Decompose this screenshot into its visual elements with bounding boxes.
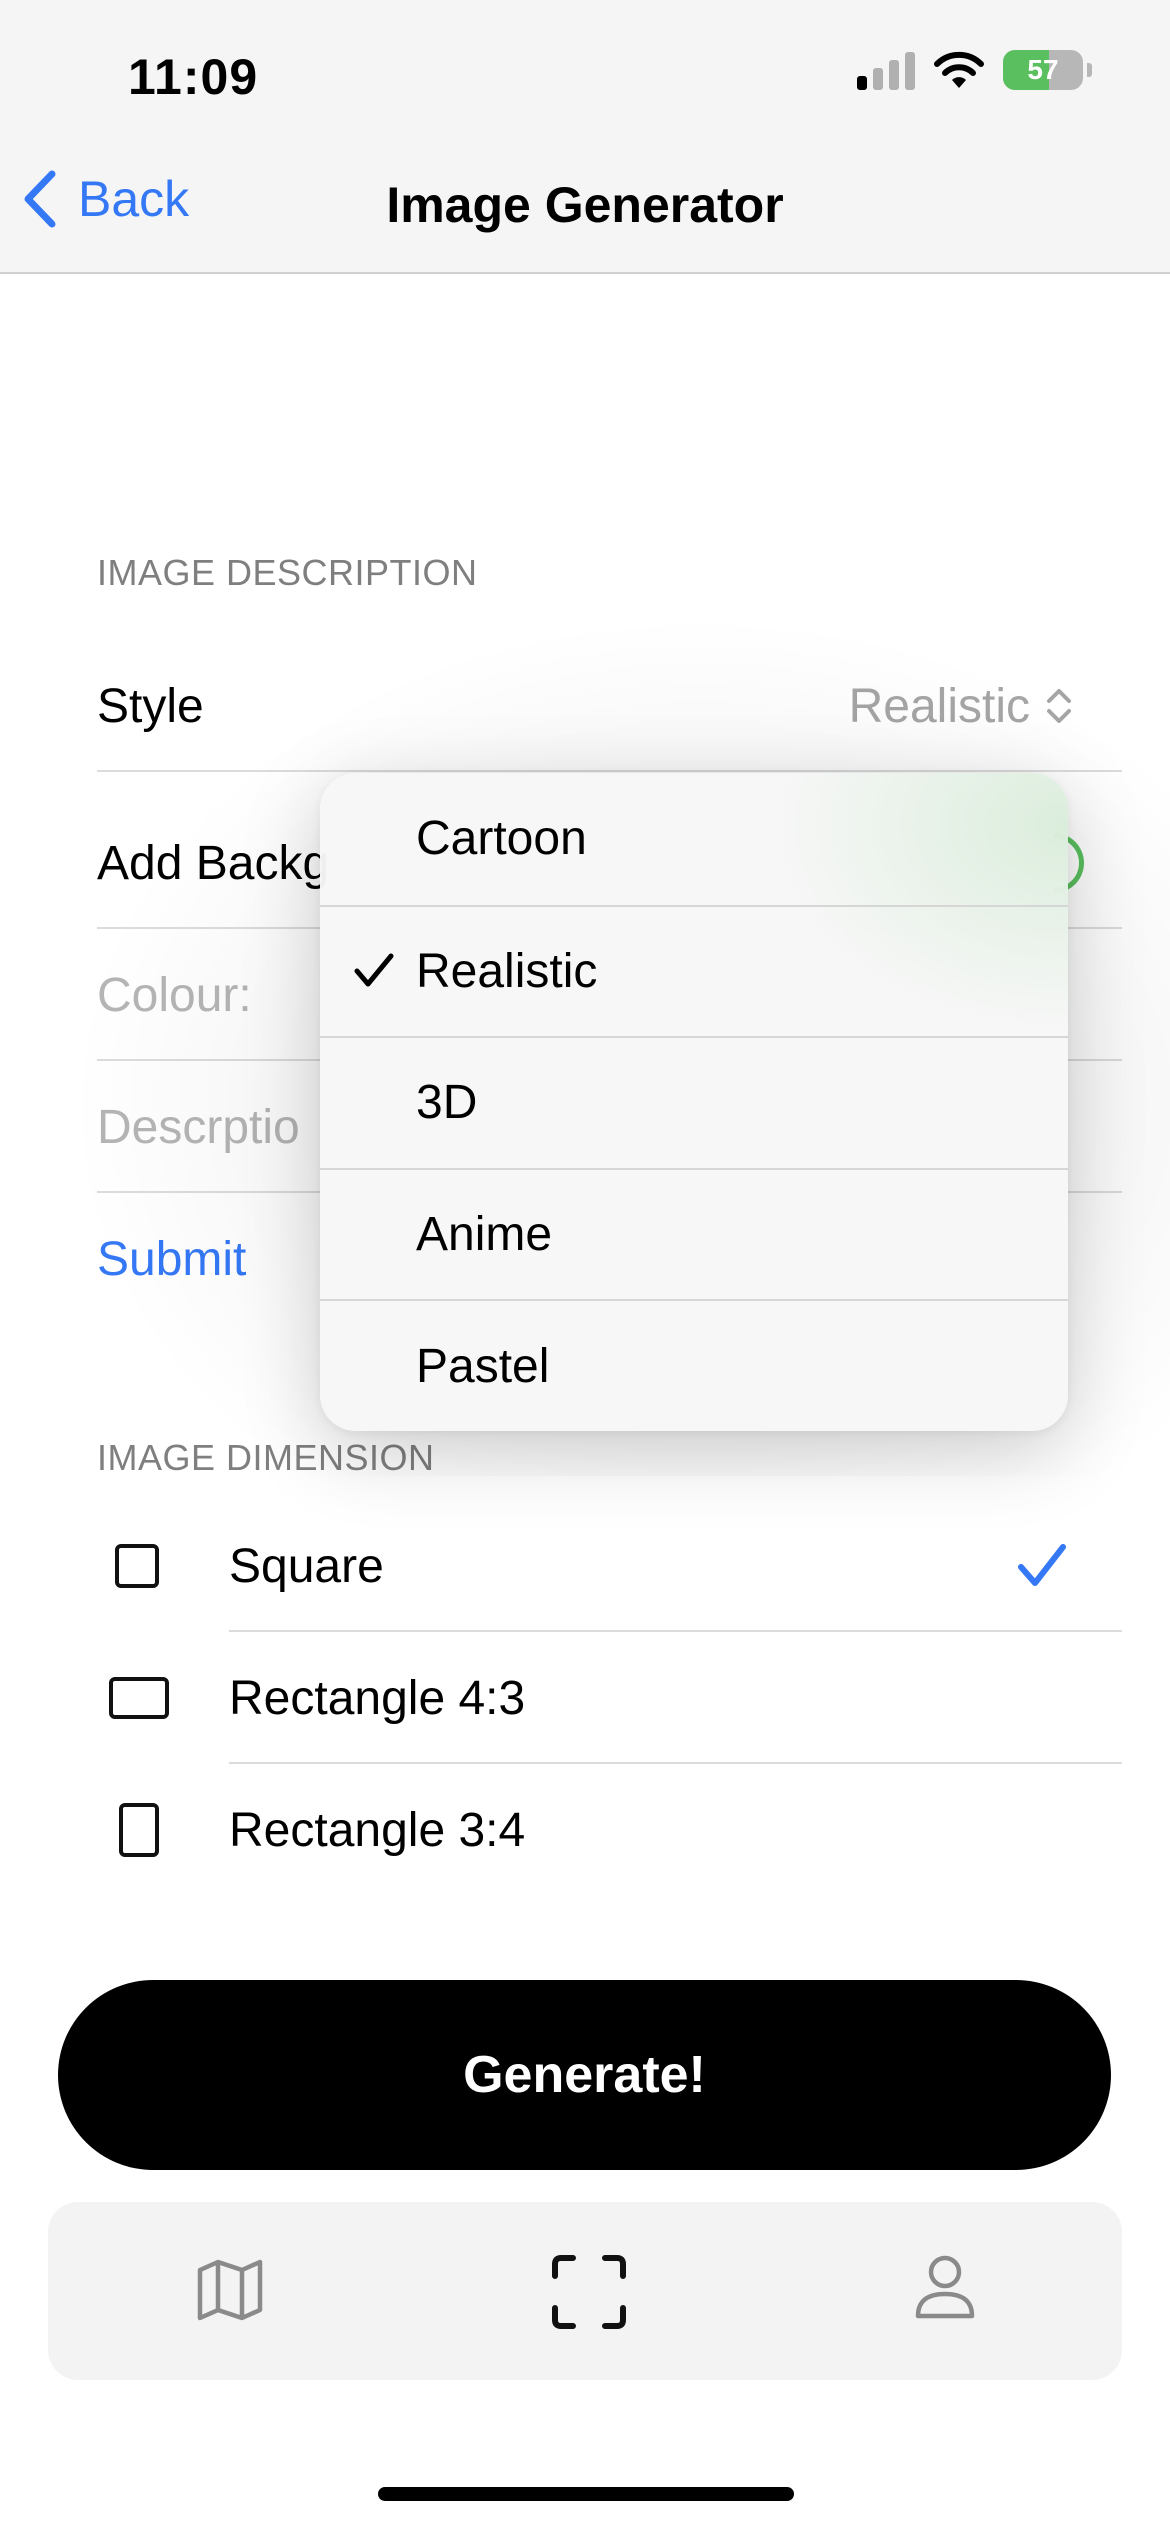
submit-button[interactable]: Submit	[97, 1232, 246, 1287]
tab-map[interactable]	[194, 2254, 266, 2331]
menu-item-label: 3D	[416, 1076, 478, 1130]
description-placeholder: Descrptio	[97, 1100, 300, 1154]
menu-item-realistic[interactable]: Realistic	[320, 904, 1068, 1037]
screen: 11:09 57 Back Image Generator IMAGE DESC…	[0, 0, 1170, 2532]
map-icon	[197, 2259, 263, 2321]
dimension-label: Square	[229, 1539, 384, 1593]
wifi-icon	[934, 51, 984, 88]
dimension-option-rectangle-3-4[interactable]: Rectangle 3:4	[97, 1764, 1122, 1896]
dimension-option-square[interactable]: Square	[97, 1500, 1122, 1632]
add-background-label: Add Backg	[97, 836, 330, 890]
person-icon	[915, 2255, 975, 2319]
menu-item-label: Pastel	[416, 1339, 550, 1393]
checkmark-icon	[354, 953, 394, 987]
status-time: 11:09	[128, 49, 259, 105]
home-indicator	[378, 2487, 794, 2501]
scan-frame-icon	[552, 2255, 626, 2329]
menu-item-3d[interactable]: 3D	[320, 1036, 1068, 1168]
menu-item-label: Realistic	[416, 944, 598, 998]
menu-item-label: Cartoon	[416, 812, 587, 866]
style-picker-value[interactable]: Realistic	[849, 679, 1074, 734]
battery-icon: 57	[1003, 50, 1083, 90]
dimension-label: Rectangle 3:4	[229, 1803, 526, 1857]
menu-item-cartoon[interactable]: Cartoon	[320, 773, 1068, 905]
tab-scan[interactable]	[551, 2254, 627, 2335]
status-icons: 57	[857, 50, 1092, 90]
style-dropdown-menu: Cartoon Realistic 3D Anime Pastel	[320, 773, 1068, 1431]
chevron-up-down-icon	[1047, 689, 1071, 723]
menu-item-label: Anime	[416, 1208, 553, 1262]
cellular-signal-icon	[857, 50, 915, 90]
style-picker-row[interactable]: Style Realistic	[97, 640, 1122, 772]
colour-placeholder: Colour:	[97, 968, 252, 1022]
square-shape-icon	[115, 1544, 159, 1588]
landscape-rectangle-icon	[109, 1677, 169, 1719]
menu-item-anime[interactable]: Anime	[320, 1167, 1068, 1300]
generate-button[interactable]: Generate!	[58, 1980, 1111, 2170]
battery-percent: 57	[1027, 54, 1059, 85]
image-description-header: IMAGE DESCRIPTION	[97, 552, 478, 593]
navigation-header: 11:09 57 Back Image Generator	[0, 0, 1170, 274]
menu-item-pastel[interactable]: Pastel	[320, 1299, 1068, 1431]
dimension-label: Rectangle 4:3	[229, 1671, 526, 1725]
tab-profile[interactable]	[914, 2254, 976, 2325]
image-dimension-header: IMAGE DIMENSION	[97, 1437, 435, 1478]
style-label: Style	[97, 679, 204, 733]
portrait-rectangle-icon	[119, 1803, 159, 1857]
style-value-text: Realistic	[848, 679, 1030, 733]
tab-bar	[48, 2202, 1122, 2380]
dimension-option-rectangle-4-3[interactable]: Rectangle 4:3	[97, 1632, 1122, 1764]
page-title: Image Generator	[386, 177, 784, 233]
checkmark-icon	[1018, 1544, 1066, 1586]
